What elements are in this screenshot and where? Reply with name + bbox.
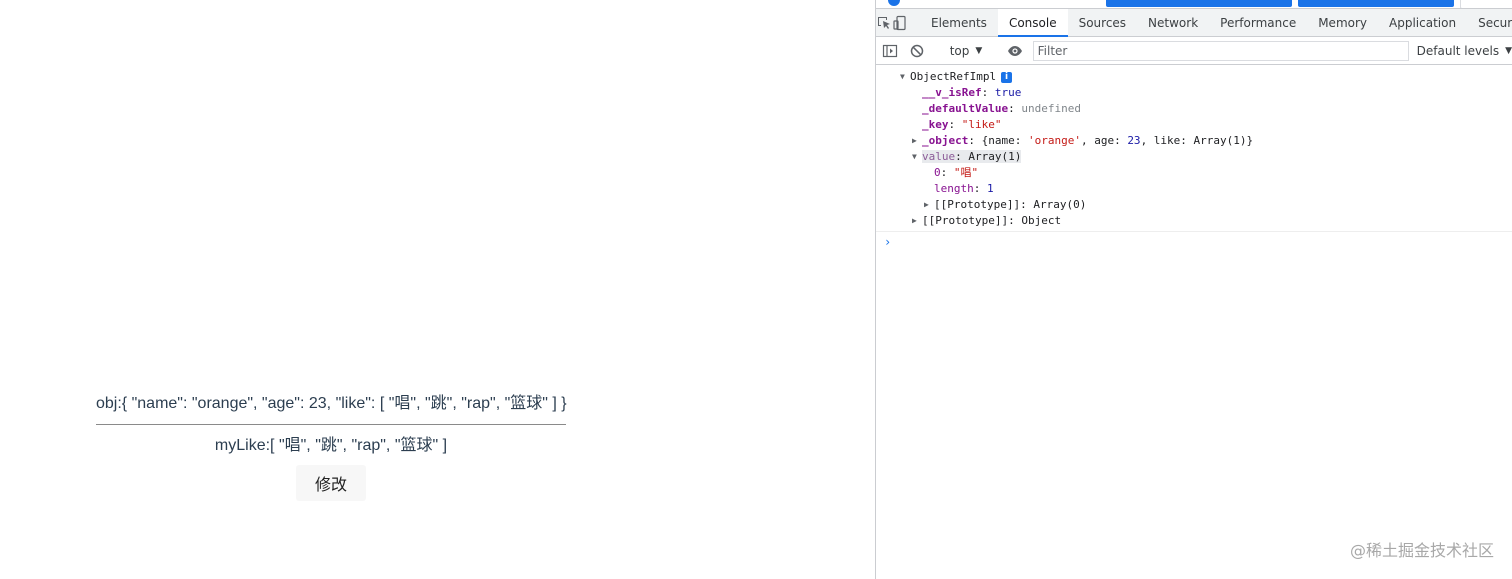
- prop-key: _key: [922, 118, 949, 131]
- tree-child-row[interactable]: ▶ [[Prototype]]: Array(0): [876, 197, 1512, 213]
- tab-network[interactable]: Network: [1137, 9, 1209, 36]
- top-strip-button[interactable]: [1298, 0, 1454, 7]
- console-prompt[interactable]: ›: [876, 231, 1512, 252]
- tab-application[interactable]: Application: [1378, 9, 1467, 36]
- eye-icon[interactable]: [1001, 43, 1028, 59]
- watermark: @稀土掘金技术社区: [1349, 541, 1494, 560]
- prop-value: "like": [961, 118, 1002, 131]
- child-key: [[Prototype]]: [934, 198, 1021, 211]
- tab-security[interactable]: Security: [1467, 9, 1512, 36]
- tab-sources[interactable]: Sources: [1068, 9, 1137, 36]
- tree-row: _defaultValue: undefined: [922, 102, 1081, 115]
- root-label: ObjectRefImpl: [910, 70, 997, 83]
- clear-console-icon[interactable]: [903, 43, 930, 59]
- child-value: 1: [987, 182, 994, 195]
- prop-key: _defaultValue: [922, 102, 1009, 115]
- tree-child-row: length: 1: [934, 182, 994, 195]
- prop-key: value: [922, 150, 956, 163]
- expanded-triangle-icon[interactable]: ▼: [912, 149, 922, 165]
- sidebar-toggle-icon[interactable]: [876, 43, 903, 59]
- console-output: ▼ ObjectRefImpl i __v_isRef: true _default…: [876, 65, 1512, 252]
- prop-key: [[Prototype]]: [922, 214, 1009, 227]
- device-toolbar-icon[interactable]: [892, 9, 908, 36]
- browser-top-strip: [876, 0, 1512, 8]
- modify-button[interactable]: 修改: [295, 465, 366, 501]
- prop-value-mid: , age:: [1080, 134, 1128, 147]
- prop-key: _object: [922, 134, 969, 147]
- tree-row-value[interactable]: ▼ value: Array(1): [876, 149, 1512, 165]
- tree-child-row: 0: "唱": [934, 166, 979, 179]
- info-icon[interactable]: i: [1001, 72, 1013, 83]
- obj-text: obj:{ "name": "orange", "age": 23, "like…: [96, 395, 567, 412]
- child-value: Array(0): [1033, 198, 1087, 211]
- devtools-tabbar: Elements Console Sources Network Perform…: [876, 8, 1512, 37]
- prop-value-prefix: {name:: [981, 134, 1028, 147]
- prop-value: true: [994, 86, 1022, 99]
- filter-input[interactable]: [1032, 40, 1409, 61]
- collapsed-triangle-icon[interactable]: ▶: [912, 133, 922, 149]
- child-value: "唱": [953, 166, 979, 179]
- prop-key: __v_isRef: [922, 86, 982, 99]
- tab-performance[interactable]: Performance: [1209, 9, 1307, 36]
- prop-value-suffix: , like: Array(1)}: [1140, 134, 1254, 147]
- tree-row: _key: "like": [922, 118, 1002, 131]
- tree-row-proto[interactable]: ▶ [[Prototype]]: Object: [876, 213, 1512, 229]
- tree-root[interactable]: ▼ ObjectRefImpl i: [876, 69, 1512, 85]
- caret-down-icon: ▼: [1505, 45, 1512, 56]
- prompt-chevron-icon: ›: [884, 235, 892, 249]
- expanded-triangle-icon[interactable]: ▼: [900, 69, 910, 85]
- child-key: length: [934, 182, 974, 195]
- console-toolbar: top ▼ Default levels ▼: [876, 37, 1512, 65]
- browser-icon: [888, 0, 900, 6]
- inspect-element-icon[interactable]: [876, 9, 892, 36]
- collapsed-triangle-icon[interactable]: ▶: [924, 197, 934, 213]
- app-page: obj:{ "name": "orange", "age": 23, "like…: [0, 0, 875, 579]
- tab-console[interactable]: Console: [997, 9, 1068, 37]
- caret-down-icon: ▼: [975, 45, 983, 56]
- prop-value: undefined: [1021, 102, 1081, 115]
- log-levels-value: Default levels: [1416, 43, 1500, 58]
- tree-row-object[interactable]: ▶ _object: {name: 'orange', age: 23, like…: [876, 133, 1512, 149]
- mylike-text: myLike:[ "唱", "跳", "rap", "篮球" ]: [214, 437, 448, 454]
- prop-value-name: 'orange': [1027, 134, 1081, 147]
- collapsed-triangle-icon[interactable]: ▶: [912, 213, 922, 229]
- context-value: top: [949, 43, 970, 58]
- tab-elements[interactable]: Elements: [920, 9, 998, 36]
- prop-value: Object: [1021, 214, 1062, 227]
- tree-row: __v_isRef: true: [922, 86, 1022, 99]
- top-strip-button[interactable]: [1460, 0, 1512, 8]
- top-strip-button[interactable]: [1106, 0, 1292, 7]
- log-levels-selector[interactable]: Default levels ▼: [1417, 44, 1512, 58]
- app-content: obj:{ "name": "orange", "age": 23, "like…: [96, 394, 567, 501]
- child-key: 0: [934, 166, 941, 179]
- screen: obj:{ "name": "orange", "age": 23, "like…: [0, 0, 1512, 579]
- devtools-panel: Elements Console Sources Network Perform…: [875, 0, 1512, 579]
- context-selector[interactable]: top ▼: [944, 44, 989, 58]
- prop-value: Array(1): [968, 150, 1022, 163]
- tab-memory[interactable]: Memory: [1307, 9, 1378, 36]
- prop-value-age: 23: [1127, 134, 1141, 147]
- divider: [96, 424, 566, 425]
